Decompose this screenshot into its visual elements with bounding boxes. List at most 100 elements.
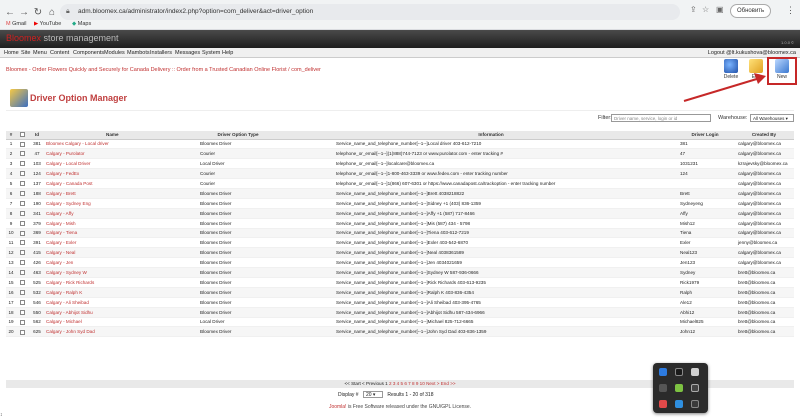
table-row[interactable]: 1 381 Bloomex Calgary - Local driver Bloome… [6, 139, 794, 150]
logout-link[interactable]: Logout @lt.kukushova@bloomex.ca [708, 50, 796, 56]
row-checkbox-cell[interactable] [16, 198, 28, 209]
row-checkbox-cell[interactable] [16, 218, 28, 229]
menu-components[interactable]: Components [73, 50, 104, 56]
table-row[interactable]: 11 391 Calgary - Exler Bloomex Driver Servic… [6, 237, 794, 249]
cell-name[interactable]: Calgary - Tiena [46, 228, 170, 239]
cell-name[interactable]: Calgary - Local Driver [46, 158, 170, 170]
menu-modules[interactable]: Modules [104, 50, 125, 56]
row-checkbox-cell[interactable] [16, 208, 28, 219]
row-checkbox[interactable] [19, 210, 25, 216]
cell-name[interactable]: Calgary - Sydney W [46, 267, 170, 278]
menu-kebab-icon[interactable]: ⋮ [786, 5, 795, 16]
table-row[interactable]: 18 550 Calgary - Abhijot Sidhu Bloomex Driv… [6, 307, 794, 318]
menu-help[interactable]: Help [222, 50, 233, 56]
home-icon[interactable]: ⌂ [46, 7, 58, 18]
row-checkbox-cell[interactable] [16, 158, 28, 170]
extension-icon[interactable]: ▣ [716, 5, 724, 14]
menu-site[interactable]: Site [21, 50, 30, 56]
table-row[interactable]: 5 137 Calgary - Canada Post Courier telephon… [6, 178, 794, 189]
row-checkbox-cell[interactable] [16, 237, 28, 249]
row-checkbox[interactable] [19, 270, 25, 276]
row-checkbox[interactable] [19, 260, 25, 266]
col-driver-login[interactable]: Driver Login [676, 131, 734, 140]
table-row[interactable]: 15 525 Calgary - Rick Richards Bloomex Driv… [6, 277, 794, 288]
row-checkbox-cell[interactable] [16, 326, 28, 338]
table-row[interactable]: 12 415 Calgary - Neal Bloomex Driver Service… [6, 247, 794, 259]
row-checkbox-cell[interactable] [16, 247, 28, 259]
joomla-link[interactable]: Joomla! [329, 404, 347, 410]
table-row[interactable]: 2 47 Calgary - Purolator Courier telephone_o… [6, 148, 794, 160]
tray-app-icon[interactable] [675, 400, 683, 408]
cell-name[interactable]: Calgary - Abhijot Sidhu [46, 307, 170, 318]
pagination-start-prev[interactable]: << Start < Previous [344, 381, 383, 386]
row-checkbox-cell[interactable] [16, 228, 28, 239]
cell-name[interactable]: Calgary - Neal [46, 247, 170, 259]
row-checkbox[interactable] [19, 280, 25, 286]
menu-content[interactable]: Content [50, 50, 69, 56]
table-row[interactable]: 3 103 Calgary - Local Driver Local Driver te… [6, 158, 794, 170]
row-checkbox-cell[interactable] [16, 297, 28, 308]
share-icon[interactable]: ⇪ [690, 5, 697, 14]
row-checkbox[interactable] [19, 230, 25, 236]
row-checkbox[interactable] [19, 240, 25, 246]
table-row[interactable]: 20 625 Calgary - John Syd Dad Bloomex Drive… [6, 326, 794, 338]
row-checkbox[interactable] [19, 220, 25, 226]
table-row[interactable]: 10 369 Calgary - Tiena Bloomex Driver Servic… [6, 228, 794, 239]
cell-name[interactable]: Bloomex Calgary - Local driver [46, 139, 170, 150]
row-checkbox-cell[interactable] [16, 257, 28, 269]
cell-name[interactable]: Calgary - Brett [46, 188, 170, 199]
edit-button[interactable]: Edit [744, 58, 768, 84]
row-checkbox[interactable] [19, 299, 25, 305]
cell-name[interactable]: Calgary - Ralph K [46, 287, 170, 298]
table-row[interactable]: 16 532 Calgary - Ralph K Bloomex Driver Serv… [6, 287, 794, 298]
tray-app-icon[interactable] [659, 384, 667, 392]
col-type[interactable]: Driver Option Type [170, 131, 306, 140]
table-row[interactable]: 9 379 Calgary - Mish Bloomex Driver Service_… [6, 218, 794, 229]
bookmark-maps[interactable]: ◆ Maps [72, 21, 91, 27]
row-checkbox[interactable] [19, 181, 25, 187]
row-checkbox[interactable] [19, 200, 25, 206]
cell-name[interactable]: Calgary - Affy [46, 208, 170, 219]
forward-icon[interactable]: → [18, 7, 30, 18]
display-select[interactable]: 20 ▾ [362, 391, 383, 398]
row-checkbox[interactable] [19, 191, 25, 197]
cell-name[interactable]: Calgary - Purolator [46, 148, 170, 160]
menu-installers[interactable]: Installers [150, 50, 172, 56]
pagination-pages[interactable]: 2 3 4 5 6 7 8 9 10 [389, 381, 425, 386]
row-checkbox[interactable] [19, 319, 25, 325]
row-checkbox-cell[interactable] [16, 188, 28, 199]
table-row[interactable]: 8 341 Calgary - Affy Bloomex Driver Service_… [6, 208, 794, 219]
pagination-next-end[interactable]: Next > End >> [426, 381, 456, 386]
menu-mambots[interactable]: Mambots [127, 50, 150, 56]
table-row[interactable]: 4 124 Calgary - FedEx Courier telephone_or_e… [6, 168, 794, 180]
row-checkbox-cell[interactable] [16, 287, 28, 298]
cell-name[interactable]: Calgary - Exler [46, 237, 170, 249]
breadcrumb[interactable]: Bloomex - Order Flowers Quickly and Secu… [6, 67, 321, 73]
table-row[interactable]: 19 562 Calgary - Michael Local Driver Servic… [6, 317, 794, 328]
table-row[interactable]: 17 546 Calgary - Ali Sheibad Bloomex Driver… [6, 297, 794, 308]
warehouse-select[interactable]: All Warehouses ▾ [750, 114, 794, 122]
row-checkbox-cell[interactable] [16, 267, 28, 278]
cell-name[interactable]: Calgary - John Syd Dad [46, 326, 170, 338]
tray-app-icon[interactable] [691, 384, 699, 392]
table-row[interactable]: 7 190 Calgary - Sydney Eng Bloomex Driver Se… [6, 198, 794, 209]
row-checkbox-cell[interactable] [16, 317, 28, 328]
bookmark-gmail[interactable]: M Gmail [6, 21, 27, 27]
tray-app-icon[interactable] [691, 400, 699, 408]
row-checkbox[interactable] [19, 151, 25, 157]
row-checkbox[interactable] [19, 171, 25, 177]
update-button[interactable]: Обновить [730, 4, 772, 18]
row-checkbox[interactable] [19, 329, 25, 335]
address-bar[interactable]: 🔒︎ adm.bloomex.ca/administrator/index2.p… [60, 4, 680, 20]
cell-name[interactable]: Calgary - Mish [46, 218, 170, 229]
row-checkbox[interactable] [19, 250, 25, 256]
row-checkbox[interactable] [19, 161, 25, 167]
table-row[interactable]: 6 188 Calgary - Brett Bloomex Driver Service… [6, 188, 794, 199]
menu-messages[interactable]: Messages [175, 50, 200, 56]
delete-button[interactable]: Delete [719, 58, 743, 84]
table-row[interactable]: 13 426 Calgary - Jen Bloomex Driver Service_… [6, 257, 794, 269]
menu-menu[interactable]: Menu [33, 50, 47, 56]
tray-app-icon[interactable] [659, 400, 667, 408]
row-checkbox-cell[interactable] [16, 139, 28, 150]
cell-name[interactable]: Calgary - Canada Post [46, 178, 170, 189]
